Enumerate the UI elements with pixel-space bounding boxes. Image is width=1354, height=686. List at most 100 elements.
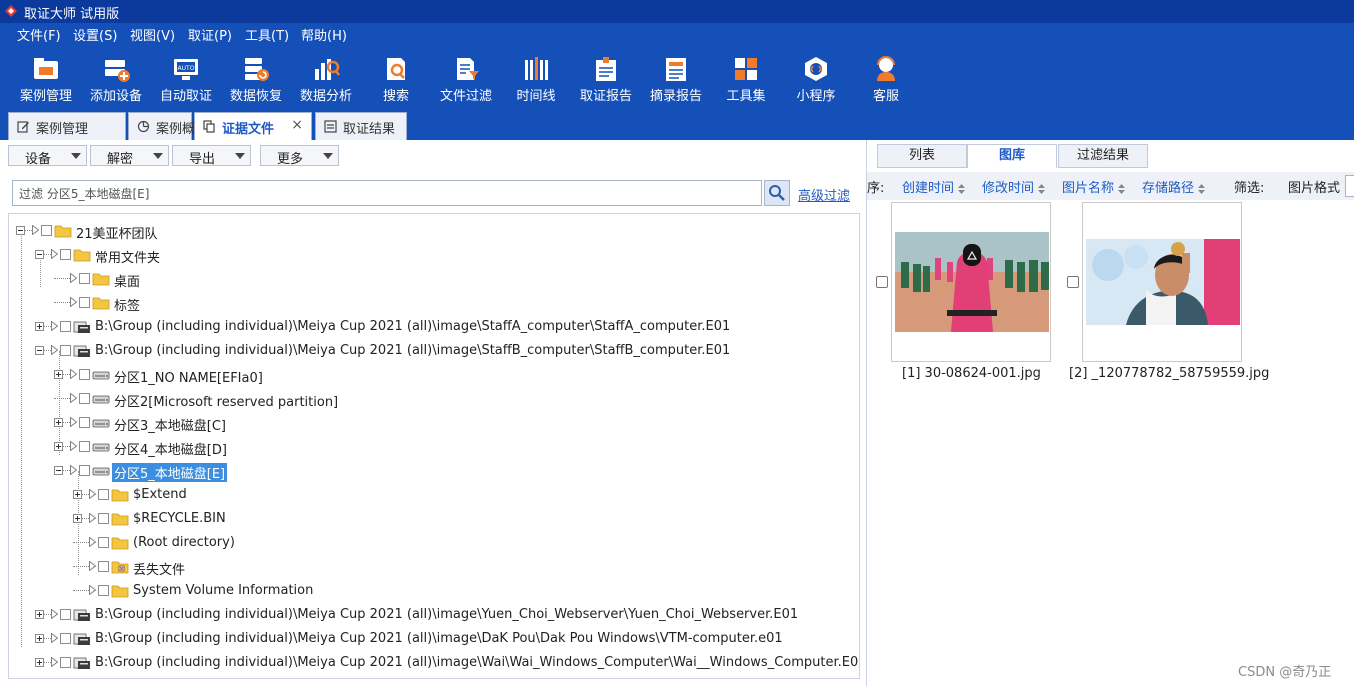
sort-modified-time[interactable]: 修改时间 [982, 177, 1046, 196]
tree-checkbox[interactable] [79, 465, 90, 476]
tree-checkbox[interactable] [60, 633, 71, 644]
add-device-button[interactable]: 添加设备 [83, 53, 149, 105]
customer-service-button[interactable]: 客服 [853, 53, 919, 105]
gallery-thumbnail-1[interactable] [891, 202, 1051, 362]
expand-icon[interactable] [54, 370, 63, 379]
folder-icon [111, 511, 129, 527]
menu-view[interactable]: 视图(V) [127, 28, 178, 46]
disk-image-icon [73, 319, 91, 335]
search-icon [387, 58, 405, 80]
sort-storage-path[interactable]: 存储路径 [1142, 177, 1206, 196]
decrypt-dropdown[interactable]: 解密 [90, 145, 169, 167]
collapse-icon[interactable] [54, 466, 63, 475]
tree-node-label: 分区4_本地磁盘[D] [114, 443, 227, 458]
chevron-down-icon [153, 153, 163, 159]
more-dropdown[interactable]: 更多 [260, 145, 339, 167]
tree-checkbox[interactable] [60, 609, 71, 620]
data-recovery-button[interactable]: 数据恢复 [223, 53, 289, 105]
advanced-filter-link[interactable]: 高级过滤 [798, 185, 850, 204]
tree-checkbox[interactable] [79, 441, 90, 452]
partition-icon [92, 391, 110, 407]
tree-checkbox[interactable] [60, 345, 71, 356]
expand-icon[interactable] [35, 322, 44, 331]
tree-node-label: 分区2[Microsoft reserved partition] [114, 395, 339, 410]
excerpt-report-icon [666, 58, 686, 81]
play-arrow-icon [51, 633, 58, 643]
data-analysis-button[interactable]: 数据分析 [293, 53, 359, 105]
export-dropdown[interactable]: 导出 [172, 145, 251, 167]
tree-checkbox[interactable] [98, 585, 109, 596]
image-format-select[interactable] [1345, 175, 1354, 197]
close-icon[interactable]: × [291, 117, 303, 133]
tree-checkbox[interactable] [98, 513, 109, 524]
play-arrow-icon [70, 465, 77, 475]
tab-gallery[interactable]: 图库 [967, 144, 1057, 168]
expand-icon[interactable] [35, 658, 44, 667]
forensic-report-button[interactable]: 取证报告 [573, 53, 639, 105]
menu-tools[interactable]: 工具(T) [242, 28, 292, 46]
thumbnail-checkbox-1[interactable] [876, 276, 888, 288]
expand-icon[interactable] [54, 442, 63, 451]
photo-thumbnail-icon [895, 232, 1049, 332]
tree-checkbox[interactable] [79, 417, 90, 428]
tab-case-overview[interactable]: 案例概览 [128, 112, 208, 140]
menu-help[interactable]: 帮助(H) [298, 28, 350, 46]
tree-node-label: 桌面 [114, 275, 141, 290]
tree-checkbox[interactable] [60, 249, 71, 260]
tab-case-management[interactable]: 案例管理 [8, 112, 126, 140]
file-filter-button[interactable]: 文件过滤 [433, 53, 499, 105]
tree-node-label: System Volume Information [133, 583, 314, 598]
tree-checkbox[interactable] [79, 273, 90, 284]
folder-icon [111, 487, 129, 503]
svg-text:AUTO: AUTO [178, 65, 195, 72]
timeline-button[interactable]: 时间线 [503, 53, 569, 105]
tree-checkbox[interactable] [41, 225, 52, 236]
tree-checkbox[interactable] [79, 393, 90, 404]
chevron-down-icon [323, 153, 333, 159]
watermark: CSDN @奇乃正 [1238, 665, 1332, 680]
expand-icon[interactable] [73, 490, 82, 499]
collapse-icon[interactable] [35, 346, 44, 355]
menu-forensics[interactable]: 取证(P) [185, 28, 235, 46]
tree-checkbox[interactable] [79, 297, 90, 308]
play-arrow-icon [89, 513, 96, 523]
collapse-icon[interactable] [35, 250, 44, 259]
search-button[interactable] [764, 180, 790, 206]
gallery-thumbnail-2[interactable] [1082, 202, 1242, 362]
tree-node-label: $RECYCLE.BIN [133, 511, 226, 526]
play-arrow-icon [51, 321, 58, 331]
expand-icon[interactable] [73, 514, 82, 523]
device-dropdown[interactable]: 设备 [8, 145, 87, 167]
tab-evidence-files[interactable]: 证据文件 × [194, 112, 312, 140]
tree-checkbox[interactable] [79, 369, 90, 380]
sort-bar: 序: 创建时间 修改时间 图片名称 存储路径 筛选: 图片格式 [867, 172, 1354, 200]
chevron-down-icon [235, 153, 245, 159]
toolset-button[interactable]: 工具集 [713, 53, 779, 105]
expand-icon[interactable] [35, 610, 44, 619]
menu-file[interactable]: 文件(F) [14, 28, 64, 46]
thumbnail-checkbox-2[interactable] [1067, 276, 1079, 288]
menu-settings[interactable]: 设置(S) [70, 28, 120, 46]
expand-icon[interactable] [35, 634, 44, 643]
play-arrow-icon [89, 585, 96, 595]
tree-checkbox[interactable] [98, 537, 109, 548]
play-arrow-icon [51, 657, 58, 667]
sort-image-name[interactable]: 图片名称 [1062, 177, 1126, 196]
auto-forensics-button[interactable]: AUTO 自动取证 [153, 53, 219, 105]
sort-created-time[interactable]: 创建时间 [902, 177, 966, 196]
tree-checkbox[interactable] [98, 561, 109, 572]
play-arrow-icon [51, 249, 58, 259]
tab-filter-results[interactable]: 过滤结果 [1058, 144, 1148, 168]
case-management-button[interactable]: 案例管理 [13, 53, 79, 105]
tree-checkbox[interactable] [60, 657, 71, 668]
excerpt-report-button[interactable]: 摘录报告 [643, 53, 709, 105]
tab-list[interactable]: 列表 [877, 144, 967, 168]
expand-icon[interactable] [54, 418, 63, 427]
tree-checkbox[interactable] [60, 321, 71, 332]
filter-input[interactable] [12, 180, 762, 206]
mini-program-button[interactable]: 小程序 [783, 53, 849, 105]
search-button[interactable]: 搜索 [363, 53, 429, 105]
collapse-icon[interactable] [16, 226, 25, 235]
tree-checkbox[interactable] [98, 489, 109, 500]
tab-forensic-results[interactable]: 取证结果 [315, 112, 407, 140]
